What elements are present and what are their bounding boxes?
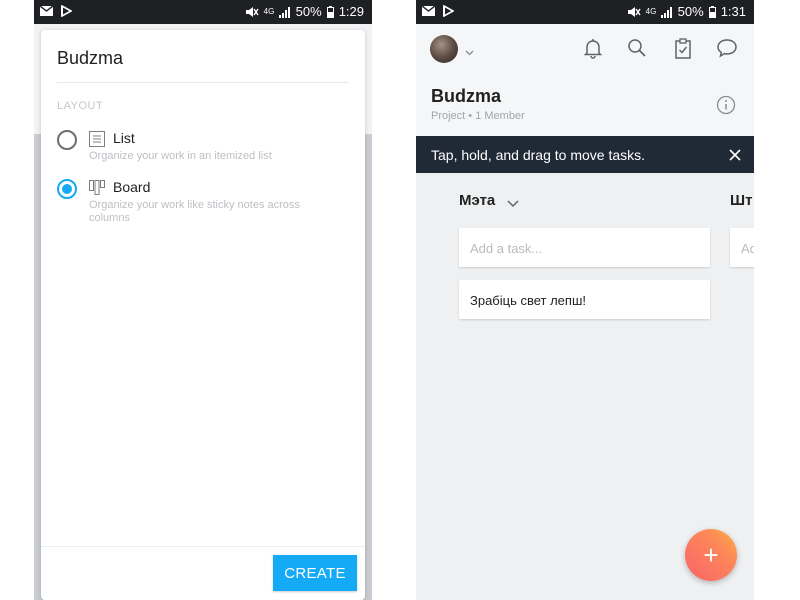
mute-icon (627, 5, 641, 19)
task-title: Зрабіць свет лепш! (470, 293, 586, 308)
signal-icon (278, 6, 291, 18)
board-layout-icon (89, 180, 105, 196)
drag-hint-toast: Tap, hold, and drag to move tasks. (416, 136, 754, 173)
chat-bubble-icon[interactable] (716, 37, 738, 59)
mute-icon (245, 5, 259, 19)
toast-text: Tap, hold, and drag to move tasks. (431, 147, 646, 163)
signal-icon (660, 6, 673, 18)
create-button[interactable]: CREATE (273, 555, 357, 591)
status-bar: 4G 50% 1:29 (34, 0, 372, 24)
radio-list[interactable] (57, 130, 77, 150)
clipboard-check-icon[interactable] (672, 37, 694, 59)
layout-dialog: Budzma LAYOUT List Organize your work in… (41, 30, 365, 600)
add-task-placeholder: Ad (741, 241, 754, 256)
info-icon[interactable] (716, 95, 736, 115)
battery-percent: 50% (295, 4, 322, 19)
mail-icon (40, 6, 53, 16)
app-notification-icon (443, 5, 454, 17)
app-notification-icon (61, 5, 72, 17)
network-type: 4G (645, 7, 657, 16)
chevron-down-icon[interactable] (507, 195, 519, 213)
right-screen: 4G 50% 1:31 Budzma Project • 1 Member Ta… (416, 0, 754, 600)
option-description: Organize your work like sticky notes acr… (89, 199, 300, 224)
option-label: Board (113, 179, 151, 195)
add-fab-button[interactable]: + (685, 529, 737, 581)
battery-icon (708, 6, 716, 18)
network-type: 4G (263, 7, 275, 16)
battery-percent: 50% (677, 4, 704, 19)
list-layout-icon (89, 131, 105, 147)
avatar[interactable] (430, 35, 458, 63)
task-card[interactable]: Зрабіць свет лепш! (459, 280, 710, 319)
left-screen: 4G 50% 1:29 Budzma LAYOUT List Organize … (34, 0, 372, 600)
clock: 1:31 (720, 4, 746, 19)
plus-icon: + (703, 540, 719, 570)
radio-board[interactable] (57, 179, 77, 199)
divider (57, 82, 349, 83)
mail-icon (422, 6, 435, 16)
option-description: Organize your work in an itemized list (89, 150, 272, 162)
bell-icon[interactable] (582, 37, 604, 59)
battery-icon (326, 6, 334, 18)
clock: 1:29 (338, 4, 364, 19)
option-label: List (113, 130, 135, 146)
footer-divider (41, 546, 365, 547)
add-task-input[interactable]: Ad (730, 228, 754, 267)
search-icon[interactable] (626, 37, 648, 59)
project-subtitle: Project • 1 Member (431, 110, 525, 122)
chevron-down-icon[interactable] (465, 43, 474, 61)
column-title[interactable]: Мэта (459, 192, 495, 209)
section-label: LAYOUT (57, 100, 104, 112)
add-task-placeholder: Add a task... (470, 241, 543, 256)
column-title[interactable]: Шт (730, 192, 752, 209)
status-bar: 4G 50% 1:31 (416, 0, 754, 24)
add-task-input[interactable]: Add a task... (459, 228, 710, 267)
project-title: Budzma (431, 86, 502, 106)
dialog-title: Budzma (57, 48, 124, 68)
close-icon[interactable] (728, 148, 742, 162)
